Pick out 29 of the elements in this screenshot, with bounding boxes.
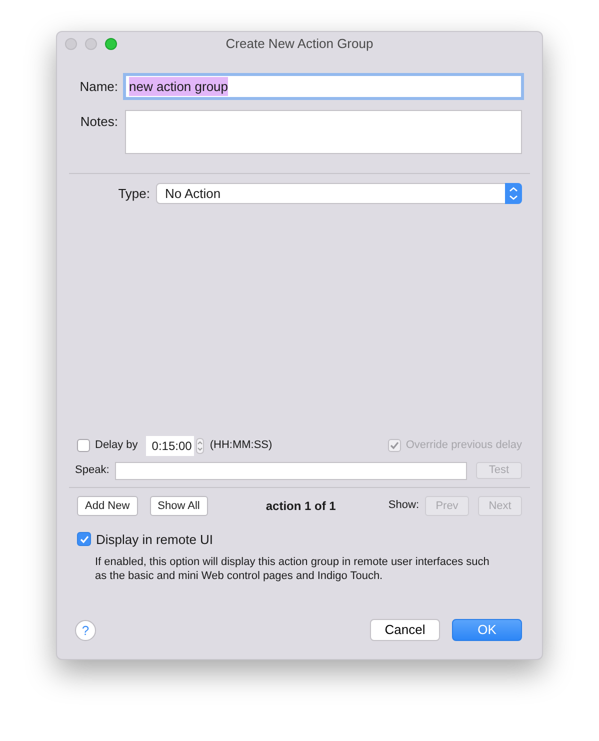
remote-ui-description: If enabled, this option will display this action group in remote user interfaces such as the basic and mini Web control pages and Indigo Touch. bbox=[94, 555, 490, 583]
stepper-icon[interactable] bbox=[196, 438, 204, 454]
speak-field[interactable] bbox=[115, 462, 467, 480]
stepper-icon bbox=[505, 183, 522, 204]
zoom-button[interactable] bbox=[105, 38, 117, 50]
remote-ui-label: Display in remote UI bbox=[96, 530, 214, 549]
checkmark-icon bbox=[390, 441, 399, 450]
action-nav-button[interactable]: Add New bbox=[77, 496, 138, 516]
name-label: Name: bbox=[78, 78, 118, 96]
remote-ui-checkbox[interactable] bbox=[77, 532, 91, 546]
type-label: Type: bbox=[117, 184, 150, 203]
notes-label: Notes: bbox=[79, 113, 118, 131]
dialog-button[interactable]: Cancel bbox=[370, 619, 440, 641]
window-title: Create New Action Group bbox=[226, 36, 374, 52]
close-button[interactable] bbox=[65, 38, 77, 50]
action-nav-button[interactable]: Show All bbox=[150, 496, 208, 516]
delay-time-field[interactable]: 0:15:00 bbox=[146, 436, 194, 456]
delay-label: Delay by bbox=[95, 438, 138, 454]
name-field[interactable]: new action group bbox=[125, 75, 522, 98]
minimize-button[interactable] bbox=[85, 38, 97, 50]
delay-checkbox[interactable] bbox=[77, 439, 90, 452]
type-select[interactable]: No Action bbox=[156, 183, 522, 204]
notes-field[interactable] bbox=[125, 110, 522, 154]
override-label: Override previous delay bbox=[406, 438, 522, 454]
action-counter: action 1 of 1 bbox=[266, 498, 336, 514]
show-label: Show: bbox=[388, 498, 419, 514]
speak-label: Speak: bbox=[75, 463, 110, 478]
checkmark-icon bbox=[80, 534, 88, 544]
time-format-hint: (HH:MM:SS) bbox=[210, 438, 272, 454]
